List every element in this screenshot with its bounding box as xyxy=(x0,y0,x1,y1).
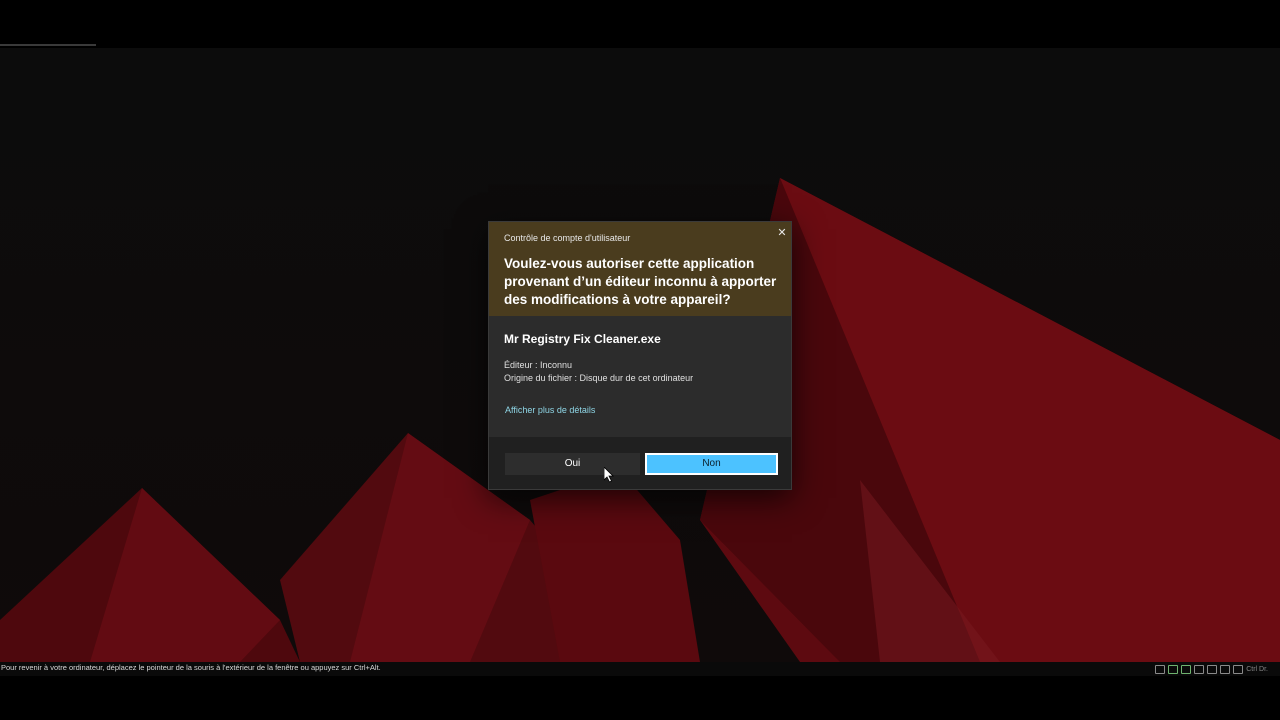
close-icon[interactable]: ✕ xyxy=(775,226,789,240)
show-more-details-link[interactable]: Afficher plus de détails xyxy=(505,405,595,415)
yes-button[interactable]: Oui xyxy=(505,453,640,475)
no-button[interactable]: Non xyxy=(645,453,778,475)
shared-folder-icon[interactable] xyxy=(1207,664,1218,674)
uac-question: Voulez-vous autoriser cette application … xyxy=(504,256,777,307)
host-key-label: Ctrl Dr. xyxy=(1246,665,1268,673)
display-icon[interactable] xyxy=(1220,664,1231,674)
mouse-icon[interactable] xyxy=(1233,664,1244,674)
publisher-text: Éditeur : Inconnu xyxy=(504,360,573,370)
usb-icon[interactable] xyxy=(1194,664,1205,674)
cd-icon[interactable] xyxy=(1168,664,1179,674)
uac-header: Contrôle de compte d'utilisateur ✕ Voule… xyxy=(489,222,791,316)
screen: Contrôle de compte d'utilisateur ✕ Voule… xyxy=(0,0,1280,720)
top-bar-line xyxy=(0,44,96,46)
status-bar: Pour revenir à votre ordinateur, déplace… xyxy=(0,662,1280,676)
uac-footer: Oui Non xyxy=(489,437,791,489)
status-message: Pour revenir à votre ordinateur, déplace… xyxy=(1,663,381,672)
uac-body: Mr Registry Fix Cleaner.exe Éditeur : In… xyxy=(489,316,791,437)
network-icon[interactable] xyxy=(1155,664,1166,674)
uac-dialog: Contrôle de compte d'utilisateur ✕ Voule… xyxy=(488,221,792,490)
usb-icon[interactable] xyxy=(1181,664,1192,674)
wallpaper-shape xyxy=(530,470,700,662)
app-name: Mr Registry Fix Cleaner.exe xyxy=(504,332,661,346)
uac-caption: Contrôle de compte d'utilisateur xyxy=(504,233,631,243)
status-icons: Ctrl Dr. xyxy=(1155,664,1268,674)
file-origin-text: Origine du fichier : Disque dur de cet o… xyxy=(504,373,694,383)
mouse-cursor-icon xyxy=(604,467,614,483)
top-bar xyxy=(0,0,1280,48)
bottom-letterbox xyxy=(0,676,1280,720)
